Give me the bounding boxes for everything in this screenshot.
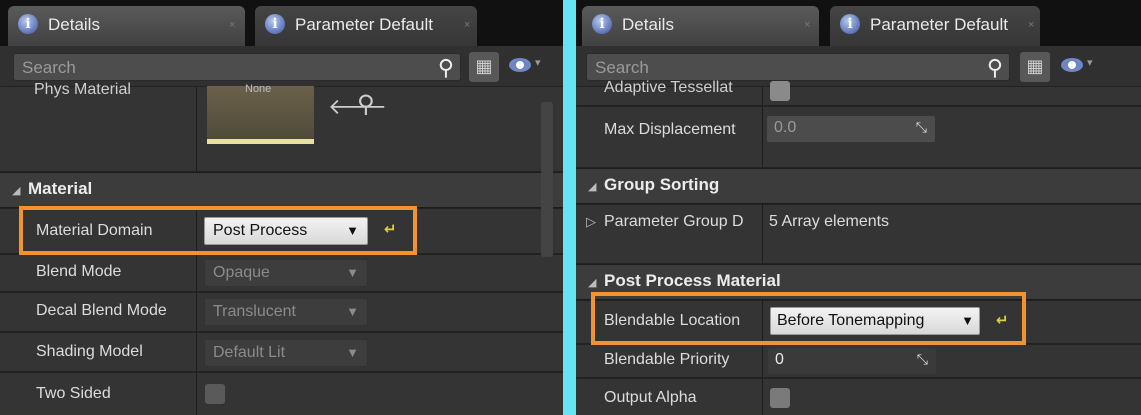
search-row: Search ⚲ ▦ ▾: [0, 46, 563, 86]
blendable-priority-input[interactable]: 0 ⤡: [768, 348, 936, 374]
tab-label: Details: [48, 15, 100, 34]
eye-icon[interactable]: ▾: [1061, 57, 1093, 72]
details-panel-right: i Details × i Parameter Default × Search…: [576, 0, 1141, 415]
array-elements-text: 5 Array elements: [769, 213, 890, 230]
dropdown-arrow-icon: ▼: [346, 265, 359, 280]
drag-handle-icon: ⤡: [916, 351, 928, 367]
chevron-down-icon: ▾: [1087, 57, 1093, 69]
input-value: 0.0: [774, 119, 797, 136]
output-alpha-checkbox[interactable]: [770, 388, 790, 408]
search-placeholder: Search: [22, 58, 76, 77]
close-icon[interactable]: ×: [1028, 19, 1034, 31]
dropdown-value: Translucent: [213, 303, 296, 320]
scrollbar-thumb[interactable]: [541, 102, 553, 257]
section-title: Material: [28, 179, 93, 198]
property-label: Decal Blend Mode: [36, 302, 167, 319]
input-value: 0: [775, 351, 784, 368]
shading-model-dropdown[interactable]: Default Lit ▼: [204, 339, 368, 367]
property-label: Adaptive Tessellat: [604, 79, 733, 96]
reset-to-default-icon[interactable]: ↵: [384, 220, 397, 238]
property-row-two-sided: Two Sided: [0, 372, 563, 415]
collapse-arrow-icon: ◢: [588, 277, 597, 289]
dropdown-arrow-icon: ▼: [346, 223, 359, 238]
property-label: Two Sided: [36, 385, 111, 402]
material-domain-dropdown[interactable]: Post Process ▼: [204, 217, 368, 245]
material-thumbnail[interactable]: None: [207, 83, 314, 144]
property-label: Blendable Location: [604, 312, 741, 329]
property-label: Output Alpha: [604, 389, 697, 406]
blend-mode-dropdown[interactable]: Opaque ▼: [204, 259, 368, 287]
info-icon: i: [592, 14, 612, 34]
two-sided-checkbox[interactable]: [205, 384, 225, 404]
dropdown-arrow-icon: ▼: [346, 345, 359, 360]
dropdown-value: Post Process: [213, 222, 308, 239]
property-row-output-alpha: Output Alpha: [576, 378, 1141, 415]
close-icon[interactable]: ×: [804, 19, 810, 31]
tab-label: Parameter Default: [870, 15, 1008, 34]
info-icon: i: [265, 14, 285, 34]
section-title: Group Sorting: [604, 175, 720, 194]
reset-to-default-icon[interactable]: ↵: [996, 311, 1009, 329]
property-row-parameter-group: ▷ Parameter Group D 5 Array elements: [576, 204, 1141, 263]
dropdown-arrow-icon: ▼: [961, 313, 974, 328]
tab-details[interactable]: i Details ×: [582, 6, 819, 46]
expander-arrow-icon[interactable]: ▷: [586, 214, 596, 230]
info-icon: i: [840, 14, 860, 34]
search-icon: ⚲: [986, 55, 1003, 80]
property-row-material-domain: Material Domain Post Process ▼ ↵: [0, 208, 563, 253]
dropdown-value: Before Tonemapping: [777, 312, 925, 329]
collapse-arrow-icon: ◢: [588, 181, 597, 193]
details-panel-left: i Details × i Parameter Default × Search…: [0, 0, 563, 415]
collapse-arrow-icon: ◢: [12, 185, 21, 197]
chevron-down-icon: ▾: [535, 57, 541, 69]
property-row-max-displacement: Max Displacement 0.0 ⤡: [576, 106, 1141, 167]
post-process-material-section-header[interactable]: ◢ Post Process Material: [576, 264, 1141, 300]
material-section-header[interactable]: ◢ Material: [0, 172, 563, 208]
thumbnail-text: None: [245, 83, 272, 95]
search-icon: ⚲: [437, 55, 454, 80]
grid-icon[interactable]: ▦: [1020, 52, 1050, 82]
info-icon: i: [18, 14, 38, 34]
close-icon[interactable]: ×: [464, 19, 470, 31]
close-icon[interactable]: ×: [229, 19, 235, 31]
property-label: Shading Model: [36, 343, 143, 360]
property-label: Parameter Group D: [604, 213, 744, 230]
property-label: Blend Mode: [36, 263, 122, 280]
property-row-blendable-location: Blendable Location Before Tonemapping ▼ …: [576, 300, 1141, 343]
tab-parameter-default[interactable]: i Parameter Default ×: [830, 6, 1040, 46]
tab-parameter-default[interactable]: i Parameter Default ×: [255, 6, 477, 46]
blendable-location-dropdown[interactable]: Before Tonemapping ▼: [770, 307, 980, 335]
grid-icon[interactable]: ▦: [469, 52, 499, 82]
property-row-blendable-priority: Blendable Priority 0 ⤡: [576, 344, 1141, 377]
property-row-decal-blend-mode: Decal Blend Mode Translucent ▼: [0, 292, 563, 331]
tab-bar: i Details × i Parameter Default ×: [576, 0, 1141, 46]
tab-bar: i Details × i Parameter Default ×: [0, 0, 563, 46]
tab-details[interactable]: i Details ×: [8, 6, 245, 46]
browse-search-icon[interactable]: ⚲: [357, 90, 375, 119]
property-row-blend-mode: Blend Mode Opaque ▼: [0, 254, 563, 291]
property-label: Phys Material: [34, 81, 131, 98]
group-sorting-section-header[interactable]: ◢ Group Sorting: [576, 168, 1141, 204]
section-title: Post Process Material: [604, 271, 781, 290]
search-input[interactable]: Search ⚲: [13, 53, 461, 81]
dropdown-value: Opaque: [213, 264, 270, 281]
search-input[interactable]: Search ⚲: [586, 53, 1010, 81]
decal-blend-mode-dropdown[interactable]: Translucent ▼: [204, 298, 368, 326]
adaptive-tessellation-checkbox[interactable]: [770, 81, 790, 101]
drag-handle-icon: ⤡: [915, 119, 927, 135]
eye-icon[interactable]: ▾: [509, 57, 541, 72]
dropdown-value: Default Lit: [213, 344, 286, 361]
tab-label: Parameter Default: [295, 15, 433, 34]
max-displacement-input[interactable]: 0.0 ⤡: [767, 116, 935, 142]
dropdown-arrow-icon: ▼: [346, 304, 359, 319]
panel-divider: [563, 0, 576, 415]
tab-label: Details: [622, 15, 674, 34]
property-row-shading-model: Shading Model Default Lit ▼: [0, 332, 563, 371]
property-label: Blendable Priority: [604, 351, 730, 368]
search-placeholder: Search: [595, 58, 649, 77]
property-label: Max Displacement: [604, 121, 736, 138]
property-row-adaptive-tessellation: Adaptive Tessellat: [576, 79, 1141, 105]
property-label: Material Domain: [36, 222, 153, 239]
